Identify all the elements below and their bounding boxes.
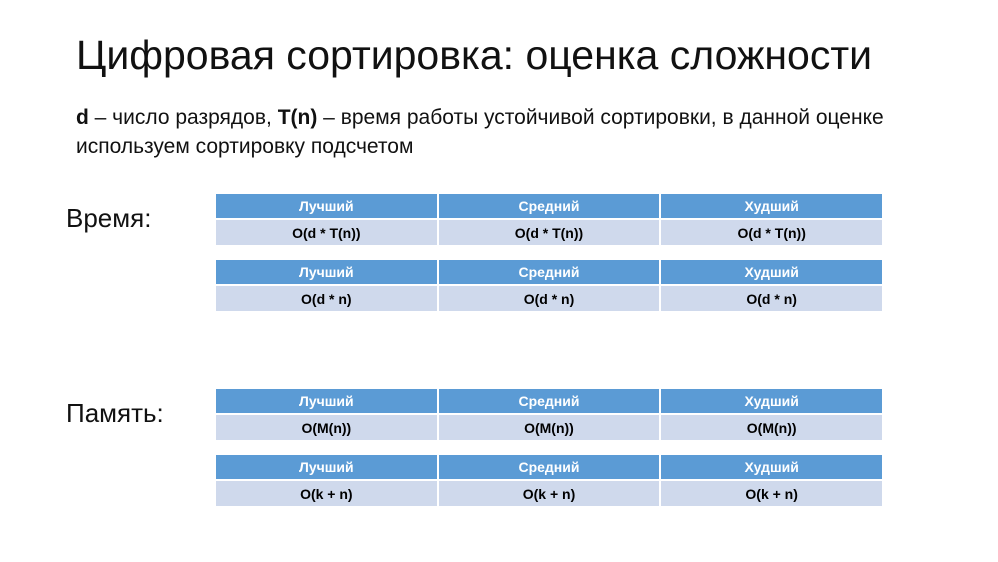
header-worst: Худший (659, 453, 882, 481)
table-header-row: Лучший Средний Худший (216, 453, 882, 481)
header-worst: Худший (659, 258, 882, 286)
table-header-row: Лучший Средний Худший (216, 192, 882, 220)
value-average: O(d * n) (436, 284, 662, 313)
value-average: O(k + n) (436, 479, 662, 508)
value-average: O(M(n)) (436, 413, 662, 442)
header-average: Средний (436, 192, 662, 220)
header-average: Средний (436, 387, 662, 415)
table-value-row: O(d * n) O(d * n) O(d * n) (216, 284, 882, 313)
table-header-row: Лучший Средний Худший (216, 258, 882, 286)
value-best: O(M(n)) (216, 413, 439, 442)
header-worst: Худший (659, 387, 882, 415)
value-worst: O(k + n) (659, 479, 882, 508)
table-header-row: Лучший Средний Худший (216, 387, 882, 415)
note-tn-term: T(n) (277, 106, 318, 129)
header-best: Лучший (216, 453, 439, 481)
note-d-term: d (76, 106, 89, 129)
header-best: Лучший (216, 387, 439, 415)
time-label: Время: (66, 203, 152, 233)
value-worst: O(d * T(n)) (659, 218, 882, 247)
memory-table-general: Лучший Средний Худший O(M(n)) O(M(n)) O(… (216, 387, 882, 442)
table-value-row: O(d * T(n)) O(d * T(n)) O(d * T(n)) (216, 218, 882, 247)
slide-title: Цифровая сортировка: оценка сложности (76, 32, 873, 78)
time-table-counting: Лучший Средний Худший O(d * n) O(d * n) … (216, 258, 882, 313)
header-average: Средний (436, 453, 662, 481)
table-value-row: O(k + n) O(k + n) O(k + n) (216, 479, 882, 508)
header-best: Лучший (216, 192, 439, 220)
header-worst: Худший (659, 192, 882, 220)
value-best: O(d * n) (216, 284, 439, 313)
value-worst: O(M(n)) (659, 413, 882, 442)
slide-note: d – число разрядов, T(n) – время работы … (76, 103, 936, 161)
header-average: Средний (436, 258, 662, 286)
value-best: O(k + n) (216, 479, 439, 508)
time-table-general: Лучший Средний Худший O(d * T(n)) O(d * … (216, 192, 882, 247)
value-best: O(d * T(n)) (216, 218, 439, 247)
value-average: O(d * T(n)) (436, 218, 662, 247)
memory-label: Память: (66, 398, 164, 428)
header-best: Лучший (216, 258, 439, 286)
memory-table-counting: Лучший Средний Худший O(k + n) O(k + n) … (216, 453, 882, 508)
table-value-row: O(M(n)) O(M(n)) O(M(n)) (216, 413, 882, 442)
value-worst: O(d * n) (659, 284, 882, 313)
note-text-1: – число разрядов, (88, 106, 278, 129)
